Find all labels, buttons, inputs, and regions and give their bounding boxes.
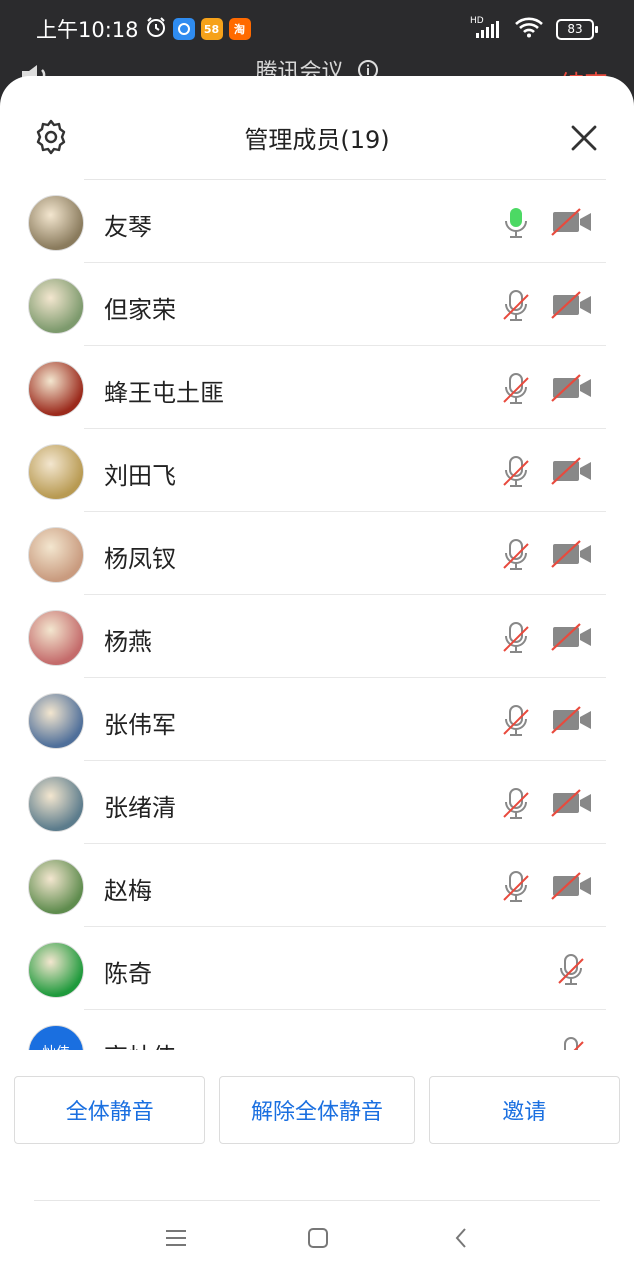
avatar (28, 195, 84, 251)
member-name: 张绪清 (104, 794, 176, 822)
member-row[interactable]: 刘田飞 (0, 429, 634, 512)
status-bar: 上午10:18 58 淘 HD 83 (0, 0, 634, 56)
close-icon[interactable] (570, 124, 598, 152)
camera-off-icon[interactable] (550, 208, 594, 236)
taobao-app-icon: 淘 (228, 18, 251, 40)
avatar (28, 859, 84, 915)
camera-off-icon[interactable] (550, 872, 594, 900)
avatar (28, 527, 84, 583)
member-row[interactable]: 但家荣 (0, 263, 634, 346)
avatar (28, 942, 84, 998)
home-nav-icon[interactable] (306, 1226, 330, 1254)
panel-header: 管理成员(19) (0, 76, 634, 180)
panel-title: 管理成员(19) (244, 126, 390, 154)
member-row[interactable]: 赵梅 (0, 844, 634, 927)
camera-off-icon[interactable] (550, 457, 594, 485)
system-nav-bar (0, 1216, 634, 1266)
mic-muted-icon[interactable] (500, 370, 532, 406)
mute-all-button[interactable]: 全体静音 (14, 1076, 206, 1144)
member-name: 刘田飞 (104, 462, 176, 490)
avatar-initials: 灿伟 (29, 1042, 83, 1050)
signal-icon: HD (470, 16, 502, 40)
avatar: 灿伟 (28, 1025, 84, 1050)
wifi-icon (514, 16, 544, 43)
mic-muted-icon[interactable] (500, 453, 532, 489)
mic-muted-icon[interactable] (500, 702, 532, 738)
member-row[interactable]: 灿伟 高灿伟 (0, 1010, 634, 1050)
unmute-all-button[interactable]: 解除全体静音 (219, 1076, 415, 1144)
member-name: 蜂王屯土匪 (104, 379, 224, 407)
mic-muted-icon[interactable] (555, 951, 587, 987)
avatar (28, 444, 84, 500)
member-name: 杨燕 (104, 628, 152, 656)
mic-muted-icon[interactable] (500, 785, 532, 821)
action-bar: 全体静音 解除全体静音 邀请 (14, 1076, 620, 1146)
avatar (28, 361, 84, 417)
member-list[interactable]: 友琴但家荣蜂王屯土匪刘田飞杨凤钗杨燕张伟军张绪清赵梅陈奇灿伟 高灿伟 (0, 180, 634, 1050)
mic-muted-icon[interactable] (500, 868, 532, 904)
invite-button[interactable]: 邀请 (428, 1076, 620, 1144)
avatar (28, 278, 84, 334)
member-name: 陈奇 (104, 960, 152, 988)
camera-off-icon[interactable] (550, 706, 594, 734)
menu-nav-icon[interactable] (164, 1226, 188, 1254)
avatar (28, 693, 84, 749)
member-row[interactable]: 张伟军 (0, 678, 634, 761)
member-name: 友琴 (104, 213, 152, 241)
camera-off-icon[interactable] (550, 789, 594, 817)
manage-members-panel: 管理成员(19) 友琴但家荣蜂王屯土匪刘田飞杨凤钗杨燕张伟军张绪清赵梅陈奇灿伟 高… (0, 76, 634, 1277)
58-app-icon: 58 (200, 18, 223, 40)
avatar (28, 610, 84, 666)
back-nav-icon[interactable] (450, 1226, 474, 1254)
member-name: 但家荣 (104, 296, 176, 324)
camera-off-icon[interactable] (550, 623, 594, 651)
avatar (28, 776, 84, 832)
member-row[interactable]: 陈奇 (0, 927, 634, 1010)
camera-off-icon[interactable] (550, 540, 594, 568)
member-name: 高灿伟 (104, 1037, 176, 1050)
member-row[interactable]: 杨凤钗 (0, 512, 634, 595)
member-row[interactable]: 友琴 (0, 180, 634, 263)
mic-muted-icon[interactable] (500, 287, 532, 323)
camera-off-icon[interactable] (550, 291, 594, 319)
member-row[interactable]: 蜂王屯土匪 (0, 346, 634, 429)
member-name: 张伟军 (104, 711, 176, 739)
battery-indicator: 83 (556, 19, 598, 40)
member-row[interactable]: 张绪清 (0, 761, 634, 844)
mic-muted-icon[interactable] (555, 1034, 587, 1050)
mic-active-icon[interactable] (500, 204, 532, 240)
member-name: 赵梅 (104, 877, 152, 905)
browser-app-icon (172, 18, 195, 40)
member-row[interactable]: 杨燕 (0, 595, 634, 678)
camera-off-icon[interactable] (550, 374, 594, 402)
mic-muted-icon[interactable] (500, 536, 532, 572)
nav-divider (34, 1200, 600, 1201)
member-name: 杨凤钗 (104, 545, 176, 573)
status-time: 上午10:18 (36, 18, 139, 42)
alarm-icon (145, 16, 167, 43)
network-label: HD (470, 15, 484, 26)
mic-muted-icon[interactable] (500, 619, 532, 655)
